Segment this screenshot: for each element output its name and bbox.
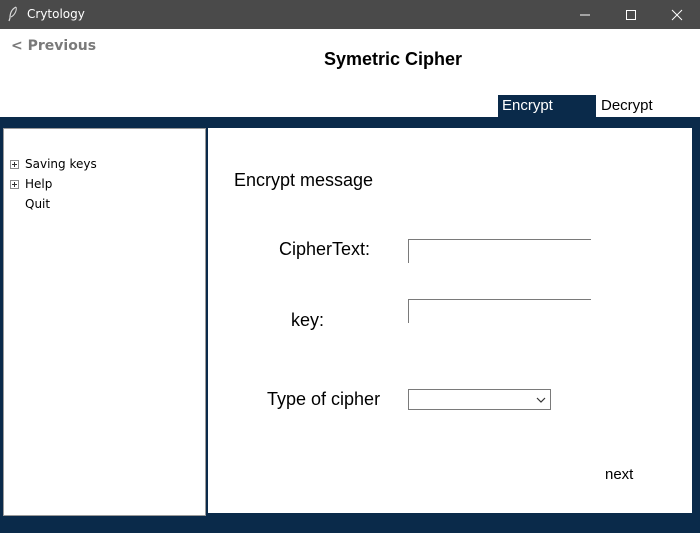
sidebar-item-label: Saving keys <box>25 157 97 171</box>
sidebar-item-quit[interactable]: Quit <box>10 196 50 212</box>
minimize-button[interactable] <box>562 0 608 29</box>
maximize-icon <box>626 9 636 20</box>
maximize-button[interactable] <box>608 0 654 29</box>
ciphertext-label: CipherText: <box>279 239 371 259</box>
encrypt-panel: Encrypt message CipherText: key: Type of… <box>208 128 692 513</box>
sidebar-item-saving-keys[interactable]: Saving keys <box>10 156 97 172</box>
tab-encrypt[interactable]: Encrypt <box>498 95 596 117</box>
key-label: key: <box>291 310 325 330</box>
sidebar-tree: Saving keys Help Quit <box>3 128 206 516</box>
cipher-type-select[interactable] <box>408 389 551 410</box>
key-input[interactable] <box>408 299 591 323</box>
ciphertext-input[interactable] <box>408 239 591 263</box>
chevron-down-icon <box>536 397 546 403</box>
close-button[interactable] <box>654 0 700 29</box>
close-icon <box>671 9 683 20</box>
tab-decrypt[interactable]: Decrypt <box>597 95 687 117</box>
feather-icon <box>7 6 19 22</box>
expand-icon[interactable] <box>10 159 19 169</box>
sidebar-item-label: Help <box>25 177 53 191</box>
cipher-type-label: Type of cipher <box>267 389 381 409</box>
expand-icon[interactable] <box>10 179 19 189</box>
section-title: Encrypt message <box>234 170 374 190</box>
next-button[interactable]: next <box>605 466 633 483</box>
minimize-icon <box>580 14 590 15</box>
sidebar-item-help[interactable]: Help <box>10 176 52 192</box>
sidebar-item-label: Quit <box>25 197 51 211</box>
window-title: Crytology <box>27 7 85 21</box>
title-bar: Crytology <box>0 0 700 29</box>
previous-link[interactable]: < Previous <box>11 38 96 54</box>
page-title: Symetric Cipher <box>324 49 463 69</box>
